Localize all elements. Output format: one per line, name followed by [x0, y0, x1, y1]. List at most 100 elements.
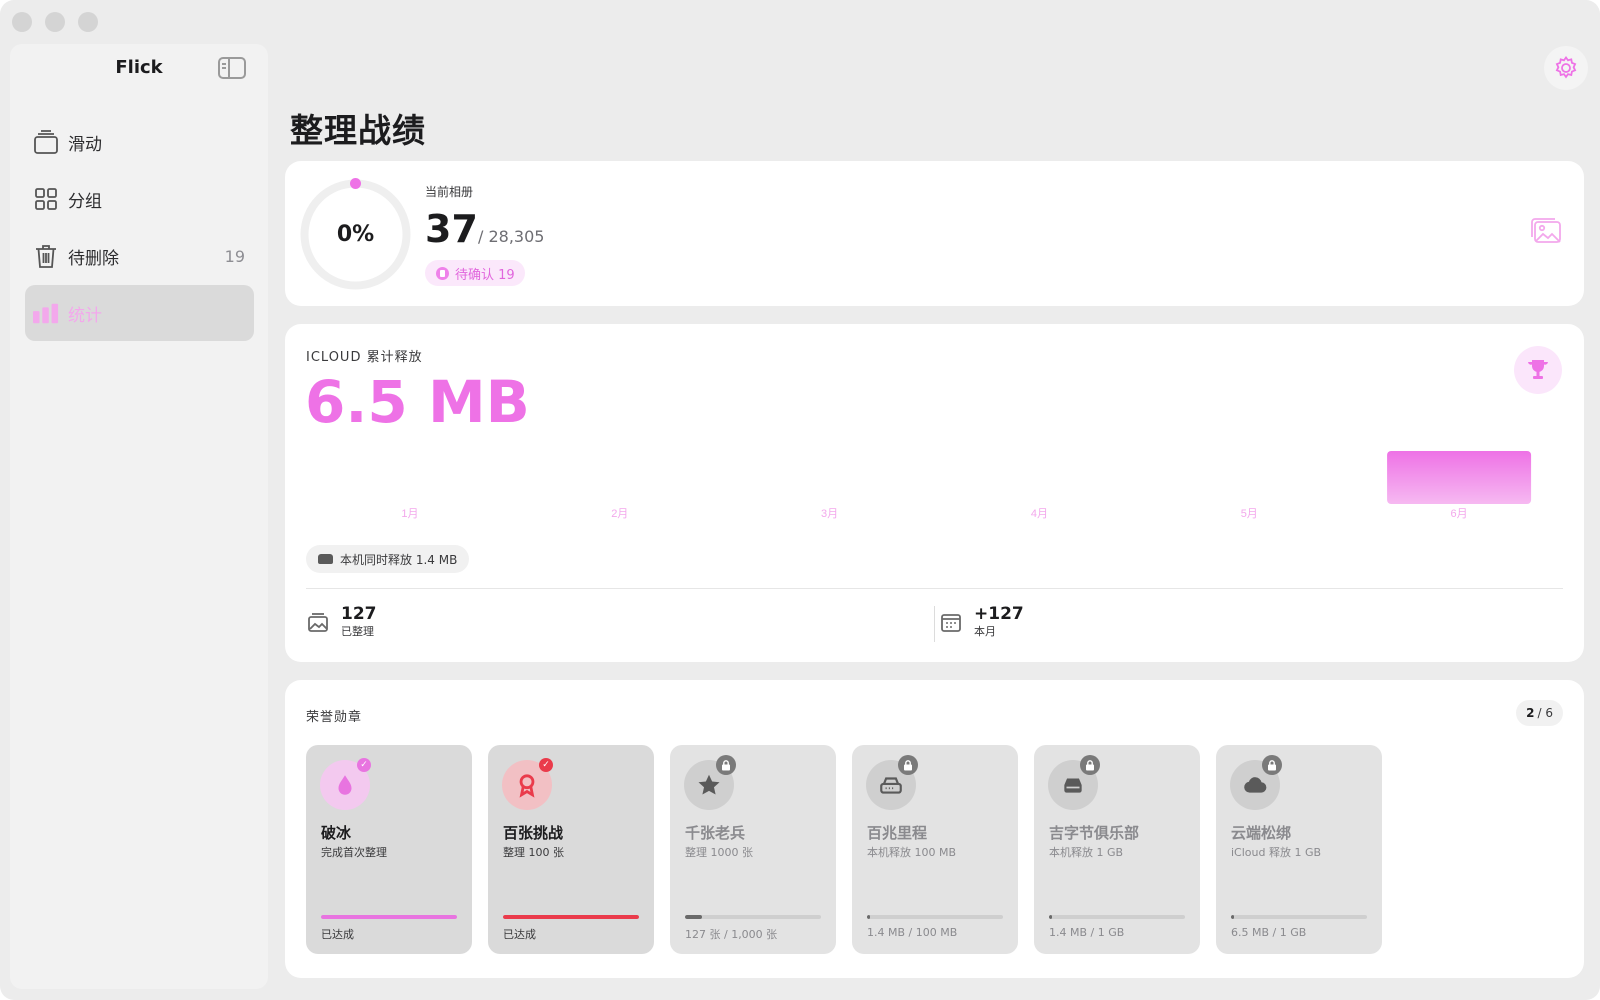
badge-name: 破冰 — [321, 824, 352, 842]
pending-icon — [436, 266, 449, 280]
sidebar-nav: 滑动 分组 待删除 19 统计 — [25, 114, 254, 342]
chart-tick-label: 6月 — [1451, 508, 1468, 520]
minimize-window-button[interactable] — [45, 12, 65, 32]
badge-description: 本机释放 100 MB — [867, 846, 957, 859]
month-stat: +127 本月 — [939, 604, 1024, 640]
icloud-freed-card: ICLOUD 累计释放 6.5 MB 1月 2月 3月 4月 5月 6月 本机同时释放 1… — [285, 324, 1584, 662]
badge-progress-bar — [1231, 915, 1367, 919]
badge-progress-fill — [685, 915, 703, 919]
badge-progress-bar — [503, 915, 639, 919]
lock-icon — [1262, 755, 1282, 775]
lock-icon — [1080, 755, 1100, 775]
badge-progress-text: 127 张 / 1,000 张 — [685, 928, 778, 941]
grid-icon — [33, 186, 59, 212]
honor-badge[interactable]: 百兆里程 本机释放 100 MB 1.4 MB / 100 MB — [852, 745, 1018, 954]
badge-progress-text: 已达成 — [321, 928, 354, 941]
badge-description: 整理 100 张 — [503, 846, 564, 859]
sidebar-item-swipe[interactable]: 滑动 — [25, 114, 254, 170]
lock-icon — [898, 755, 918, 775]
album-total-count: / 28,305 — [478, 227, 545, 246]
sidebar-item-label: 滑动 — [68, 134, 102, 155]
badge-progress-fill — [867, 915, 871, 919]
honor-badge[interactable]: ✓ 破冰 完成首次整理 已达成 — [306, 745, 472, 954]
month-count: +127 — [974, 604, 1024, 624]
photo-stack-icon — [308, 613, 328, 632]
badge-progress-text: 1.4 MB / 100 MB — [867, 926, 958, 939]
badge-progress-text: 已达成 — [503, 928, 536, 941]
sidebar-toggle-icon[interactable] — [218, 57, 246, 79]
sidebar-item-stats[interactable]: 统计 — [25, 285, 254, 341]
app-window: Flick 滑动 分组 待删除 19 统计 整理战绩 0% 当前相册 37 / … — [0, 0, 1600, 1000]
badge-name: 百张挑战 — [503, 824, 564, 842]
ribbon-icon — [519, 774, 535, 798]
badge-description: 整理 1000 张 — [685, 846, 753, 859]
gear-icon — [1555, 55, 1577, 79]
lock-icon — [716, 755, 736, 775]
current-album-card: 0% 当前相册 37 / 28,305 待确认 19 — [285, 161, 1584, 306]
progress-percent: 0% — [336, 222, 375, 247]
badge-progress-text: 6.5 MB / 1 GB — [1231, 926, 1307, 939]
badge-list: ✓ 破冰 完成首次整理 已达成 ✓ 百张挑战 整理 100 张 已达成 千张老兵… — [306, 745, 1382, 954]
chart-tick-label: 2月 — [611, 508, 628, 520]
badge-progress-fill — [503, 915, 639, 919]
settings-button[interactable] — [1544, 46, 1588, 90]
sidebar-item-badge: 19 — [224, 246, 245, 266]
chart-bar — [1387, 451, 1532, 504]
close-window-button[interactable] — [12, 12, 32, 32]
pending-confirm-badge[interactable]: 待确认 19 — [425, 260, 525, 286]
cloud-icon — [1244, 777, 1267, 793]
check-icon: ✓ — [539, 758, 553, 772]
honor-badges-card: 荣誉勋章 2 / 6 ✓ 破冰 完成首次整理 已达成 ✓ 百张挑战 整理 100… — [285, 680, 1584, 978]
badge-progress-text: 1.4 MB / 1 GB — [1049, 926, 1125, 939]
zoom-window-button[interactable] — [78, 12, 98, 32]
honor-count-badge: 2 / 6 — [1516, 700, 1563, 726]
badge-description: iCloud 释放 1 GB — [1231, 846, 1322, 859]
badge-progress-bar — [685, 915, 821, 919]
badge-progress-fill — [321, 915, 457, 919]
trash-icon — [33, 243, 59, 269]
disk-icon — [1064, 778, 1082, 793]
album-processed-count: 37 — [425, 207, 478, 251]
honor-badge[interactable]: 吉字节俱乐部 本机释放 1 GB 1.4 MB / 1 GB — [1034, 745, 1200, 954]
sidebar-item-label: 统计 — [68, 305, 102, 326]
pending-confirm-label: 待确认 19 — [455, 267, 515, 283]
local-freed-label: 本机同时释放 1.4 MB — [340, 552, 458, 567]
badge-name: 千张老兵 — [685, 824, 746, 842]
badge-name: 云端松绑 — [1231, 824, 1292, 842]
divider — [306, 588, 1563, 589]
organized-count: 127 — [341, 604, 377, 624]
honor-badges-label: 荣誉勋章 — [306, 710, 363, 725]
organized-stat: 127 已整理 — [306, 604, 377, 640]
photo-album-icon[interactable] — [1530, 217, 1562, 249]
drive-icon — [318, 554, 333, 564]
chart-tick-label: 4月 — [1031, 508, 1048, 520]
star-icon — [698, 774, 720, 795]
window-controls — [12, 12, 98, 32]
bar-chart-icon — [33, 300, 59, 326]
badge-name: 百兆里程 — [867, 824, 928, 842]
badge-progress-bar — [1049, 915, 1185, 919]
page-title: 整理战绩 — [290, 111, 426, 150]
chart-tick-label: 5月 — [1241, 508, 1258, 520]
organized-label: 已整理 — [341, 625, 374, 638]
badge-progress-bar — [867, 915, 1003, 919]
sidebar-item-pending-delete[interactable]: 待删除 19 — [25, 228, 254, 284]
badge-description: 本机释放 1 GB — [1049, 846, 1124, 859]
badge-description: 完成首次整理 — [321, 846, 387, 859]
sidebar-item-groups[interactable]: 分组 — [25, 171, 254, 227]
monthly-release-chart: 1月 2月 3月 4月 5月 6月 — [401, 451, 1532, 520]
local-freed-badge: 本机同时释放 1.4 MB — [306, 545, 470, 573]
stack-icon — [33, 129, 59, 155]
honor-total-count: / 6 — [1537, 706, 1554, 720]
month-label: 本月 — [974, 625, 996, 638]
honor-badge[interactable]: ✓ 百张挑战 整理 100 张 已达成 — [488, 745, 654, 954]
honor-badge[interactable]: 千张老兵 整理 1000 张 127 张 / 1,000 张 — [670, 745, 836, 954]
sidebar-item-label: 分组 — [68, 191, 102, 212]
sidebar-item-label: 待删除 — [68, 248, 119, 269]
badge-progress-fill — [1231, 915, 1235, 919]
check-icon: ✓ — [357, 758, 371, 772]
drop-icon — [338, 775, 352, 795]
honor-badge[interactable]: 云端松绑 iCloud 释放 1 GB 6.5 MB / 1 GB — [1216, 745, 1382, 954]
chart-tick-label: 3月 — [821, 508, 838, 520]
badge-name: 吉字节俱乐部 — [1049, 824, 1140, 842]
